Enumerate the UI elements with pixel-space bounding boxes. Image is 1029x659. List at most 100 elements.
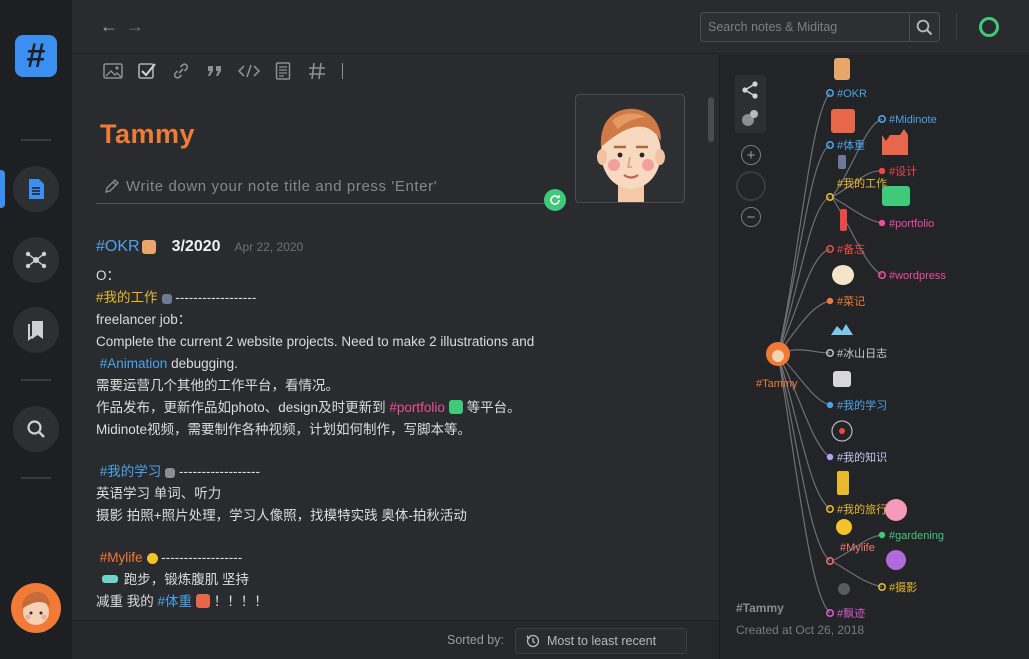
okr-tag[interactable]: #OKR <box>96 236 140 258</box>
mindmap-node[interactable]: #我的工作 <box>826 155 887 202</box>
note-line: 减重 我的 #体重 ！！！！ <box>96 594 268 609</box>
mindmap-node[interactable]: #菜记 <box>826 265 865 308</box>
svg-text:#gardening: #gardening <box>889 530 944 542</box>
zoom-slider[interactable] <box>736 171 766 201</box>
search-button[interactable] <box>909 13 939 41</box>
mylife-tag[interactable]: #Mylife <box>100 550 143 565</box>
note-line: O： <box>96 268 121 283</box>
svg-text:#OKR: #OKR <box>837 88 867 100</box>
mindmap-node[interactable]: #体重 <box>826 109 865 152</box>
editor-footer: Sorted by: Most to least recent <box>72 620 719 659</box>
link-icon[interactable] <box>164 55 198 87</box>
notes-nav-button[interactable] <box>13 166 59 212</box>
mindmap-node[interactable]: #冰山日志 <box>826 324 887 360</box>
note-line: Midinote视频，需要制作各种视频，计划如何制作，写脚本等。 <box>96 422 472 437</box>
study-tag[interactable]: #我的学习 <box>100 464 162 479</box>
hashtag-icon[interactable] <box>300 55 334 87</box>
document-icon[interactable] <box>266 55 300 87</box>
svg-text:#我的旅行: #我的旅行 <box>837 502 887 516</box>
code-icon[interactable] <box>232 55 266 87</box>
svg-text:#Mylife: #Mylife <box>840 542 875 554</box>
work-tag[interactable]: #我的工作 <box>96 290 158 305</box>
mindmap-node[interactable]: #我的知识 <box>826 420 887 464</box>
mindmap-panel[interactable]: #Tammy #OKR #体重 #我的工作 #备忘 #菜记 #冰山日志 #我的学… <box>719 55 1029 659</box>
worker-emoji-icon <box>161 294 172 304</box>
svg-text:#我的学习: #我的学习 <box>837 398 887 412</box>
zoom-in-button[interactable]: + <box>741 145 761 165</box>
note-body[interactable]: #OKR 3/2020 Apr 22, 2020 O： #我的工作 ------… <box>96 233 696 613</box>
note-line: 摄影 拍照+照片处理，学习人像照，找模特实践 奥体-拍秋活动 <box>96 508 467 523</box>
scale-emoji-icon <box>196 594 211 608</box>
image-icon[interactable] <box>96 55 130 87</box>
mindmap-title: #Tammy <box>736 601 784 615</box>
app-window: # ← → Search notes & Miditag Tammy Write… <box>0 0 1029 659</box>
format-toolbar <box>96 55 343 87</box>
search-icon <box>27 420 45 438</box>
mindmap-node[interactable]: #我的学习 <box>826 371 887 412</box>
zoom-controls: + − <box>736 145 766 227</box>
clock-icon <box>526 634 540 648</box>
mindmap-subnode[interactable]: #Midinote <box>878 114 937 126</box>
mindmap-subnode[interactable]: #portfolio <box>878 186 934 230</box>
mindmap-canvas[interactable]: #Tammy #OKR #体重 #我的工作 #备忘 #菜记 #冰山日志 #我的学… <box>720 55 1029 659</box>
note-line: #Mylife ------------------ <box>99 550 243 565</box>
share-icon[interactable] <box>740 80 760 100</box>
sorted-by-label: Sorted by: <box>447 633 504 647</box>
rail-divider <box>21 139 51 141</box>
search-nav-button[interactable] <box>13 406 59 452</box>
fist-emoji-icon <box>141 240 156 254</box>
mindmap-subnode[interactable]: #设计 <box>878 129 917 178</box>
active-indicator <box>0 170 5 208</box>
app-logo-icon[interactable]: # <box>15 35 57 77</box>
zoom-out-button[interactable]: − <box>741 207 761 227</box>
note-line: #我的工作 ------------------ <box>96 290 257 305</box>
back-arrow-icon[interactable]: ← <box>100 16 118 37</box>
top-divider <box>956 14 957 40</box>
mindmap-nav-button[interactable] <box>13 237 59 283</box>
mindmap-node[interactable]: #飘迹 <box>826 583 865 620</box>
sync-status-icon[interactable] <box>979 17 999 37</box>
animation-tag[interactable]: #Animation <box>100 356 168 371</box>
sort-select[interactable]: Most to least recent <box>515 628 687 654</box>
weight-tag[interactable]: #体重 <box>158 594 193 609</box>
note-line: 英语学习 单词、听力 <box>96 486 222 501</box>
search-input[interactable] <box>701 13 909 41</box>
svg-text:#冰山日志: #冰山日志 <box>837 347 887 360</box>
mindmap-node[interactable]: #我的旅行 <box>826 471 907 521</box>
note-title[interactable]: Tammy <box>100 119 195 150</box>
svg-text:#菜记: #菜记 <box>837 295 865 308</box>
svg-text:#我的工作: #我的工作 <box>837 176 887 190</box>
portfolio-tag[interactable]: #portfolio <box>389 400 445 415</box>
left-rail: # <box>0 0 72 659</box>
note-cover-image[interactable] <box>575 94 685 203</box>
root-node-label[interactable]: #Tammy <box>756 378 798 390</box>
note-date: Apr 22, 2020 <box>234 240 304 254</box>
toolbar-divider <box>342 63 343 79</box>
note-line: Complete the current 2 website projects.… <box>96 334 535 349</box>
note-line: #Animation debugging. <box>99 356 238 371</box>
refresh-icon[interactable] <box>544 189 566 211</box>
svg-text:#体重: #体重 <box>837 138 865 152</box>
title-input[interactable] <box>126 174 546 198</box>
quote-icon[interactable] <box>198 55 232 87</box>
editor-scrollbar[interactable] <box>708 97 714 142</box>
bubbles-icon[interactable] <box>740 108 760 128</box>
mindmap-subnode[interactable]: #wordpress <box>878 270 947 282</box>
mindmap-node[interactable]: #备忘 <box>826 209 865 256</box>
checkbox-icon[interactable] <box>130 55 164 87</box>
mindmap-subnode[interactable]: #摄影 <box>878 550 917 594</box>
mindmap-node[interactable]: #OKR <box>826 58 867 100</box>
svg-text:#Midinote: #Midinote <box>889 114 937 126</box>
bookmarks-nav-button[interactable] <box>13 307 59 353</box>
mindmap-subnode[interactable]: #gardening <box>878 530 944 542</box>
svg-text:#摄影: #摄影 <box>889 580 917 594</box>
bookmark-icon <box>28 321 43 341</box>
document-icon <box>29 179 44 199</box>
note-header-line: #OKR 3/2020 Apr 22, 2020 <box>96 233 696 261</box>
forward-arrow-icon[interactable]: → <box>126 16 144 37</box>
mindmap-node[interactable]: #Mylife <box>826 519 875 565</box>
note-line: #我的学习 ------------------ <box>99 464 260 479</box>
note-line: 作品发布，更新作品如photo、design及时更新到 #portfolio 等… <box>96 400 521 415</box>
user-avatar[interactable] <box>11 583 61 633</box>
